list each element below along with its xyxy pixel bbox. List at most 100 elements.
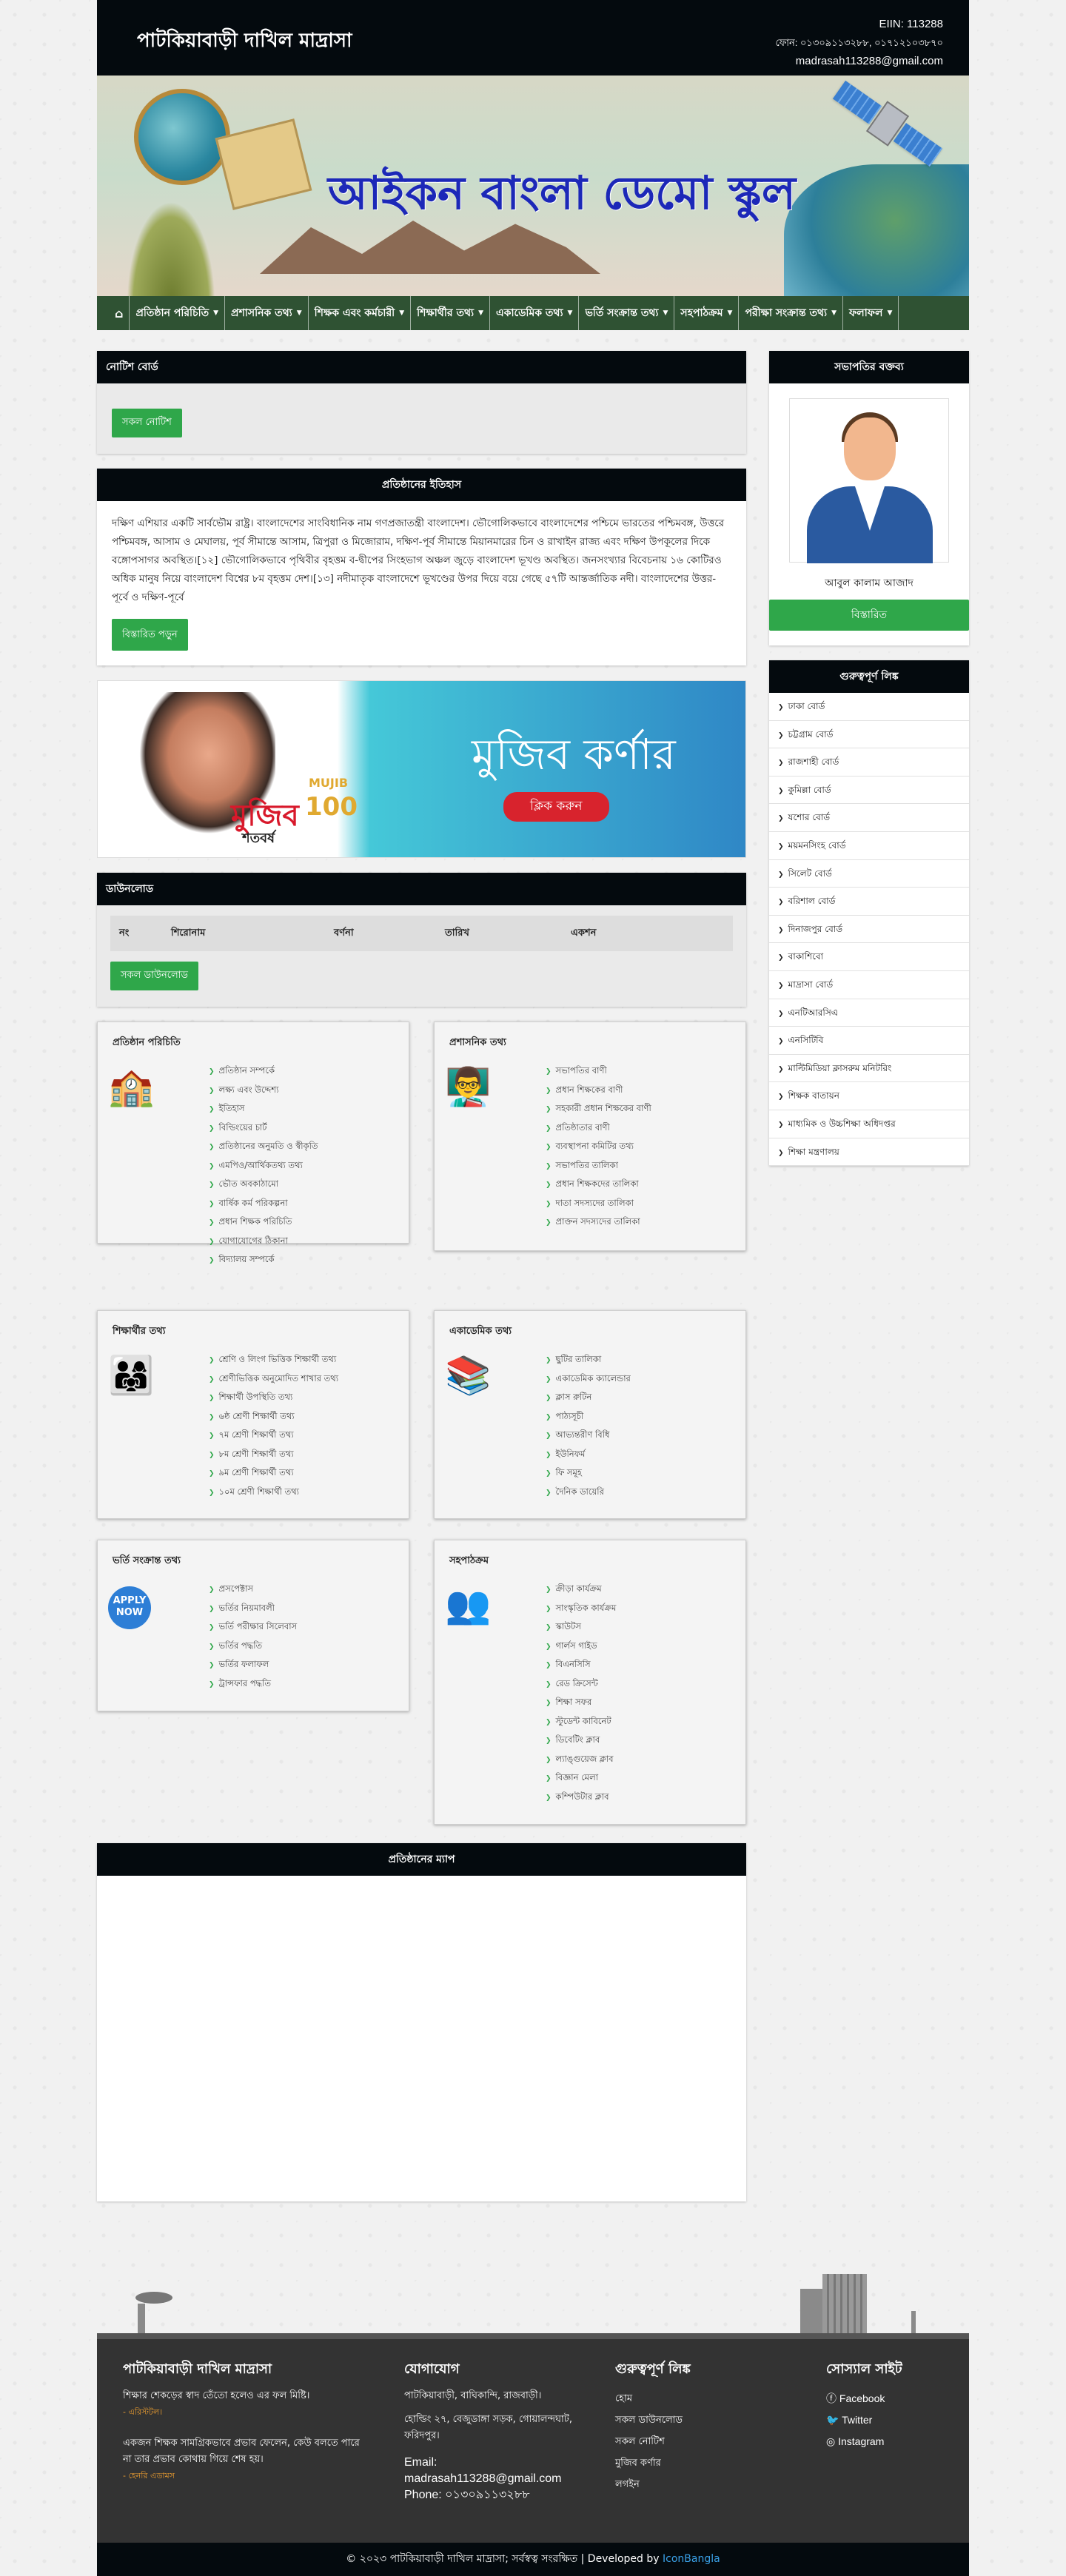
link-item[interactable]: বাকাশিবো [769,943,969,971]
box-link[interactable]: ভর্তির নিয়মাবলী [209,1599,394,1618]
box-link[interactable]: ৬ষ্ঠ শ্রেণী শিক্ষার্থী তথ্য [209,1407,394,1426]
social-twitter[interactable]: 🐦 Twitter [826,2409,959,2431]
box-link[interactable]: দাতা সদস্যদের তালিকা [546,1194,731,1213]
box-link[interactable]: বার্ষিক কর্ম পরিকল্পনা [209,1194,394,1213]
footer-link[interactable]: সকল নোটিশ [615,2431,778,2452]
link-item[interactable]: রাজশাহী বোর্ড [769,748,969,777]
box-link[interactable]: ব্যবস্থাপনা কমিটির তথ্য [546,1137,731,1156]
link-item[interactable]: মাল্টিমিডিয়া ক্লাসরুম মনিটরিং [769,1055,969,1083]
map-embed[interactable] [97,1876,746,2201]
box-link[interactable]: যোগাযোগের ঠিকানা [209,1232,394,1251]
box-link[interactable]: বিজ্ঞান মেলা [546,1768,731,1788]
link-item[interactable]: মাধ্যমিক ও উচ্চশিক্ষা অধিদপ্তর [769,1110,969,1138]
nav-item[interactable]: ফলাফল ▼ [843,296,899,330]
box-link[interactable]: বিদ্যালয় সম্পর্কে [209,1250,394,1269]
nav-item[interactable]: সহপাঠক্রম ▼ [674,296,740,330]
box-link[interactable]: ডিবেটিং ক্লাব [546,1731,731,1750]
box-link[interactable]: সভাপতির তালিকা [546,1156,731,1175]
box-link[interactable]: প্রধান শিক্ষকের বাণী [546,1081,731,1100]
link-item[interactable]: ঢাকা বোর্ড [769,693,969,721]
link-item[interactable]: সিলেট বোর্ড [769,860,969,888]
school-name[interactable]: পাটকিয়াবাড়ী দাখিল মাদ্রাসা [137,25,352,58]
nav-item[interactable]: শিক্ষার্থীর তথ্য ▼ [411,296,490,330]
footer-link[interactable]: হোম [615,2388,778,2409]
box-link[interactable]: ৮ম শ্রেণী শিক্ষার্থী তথ্য [209,1445,394,1464]
footer-link[interactable]: সকল ডাউনলোড [615,2409,778,2431]
box-link[interactable]: শ্রেণীভিত্তিক অনুমোদিত শাখার তথ্য [209,1369,394,1389]
box-link[interactable]: লক্ষ্য এবং উদ্দেশ্য [209,1081,394,1100]
box-link[interactable]: শিক্ষা সফর [546,1693,731,1712]
box-link[interactable]: ৯ম শ্রেণী শিক্ষার্থী তথ্য [209,1463,394,1483]
box-link[interactable]: শিক্ষার্থী উপস্থিতি তথ্য [209,1388,394,1407]
box-link[interactable]: প্রসপেক্টাস [209,1580,394,1599]
box-link[interactable]: দৈনিক ডায়েরি [546,1483,731,1502]
click-button[interactable]: ক্লিক করুন [503,792,609,822]
box-link[interactable]: পাঠ্যসূচী [546,1407,731,1426]
box-link[interactable]: ভর্তির ফলাফল [209,1655,394,1674]
footer-link[interactable]: মুজিব কর্ণার [615,2452,778,2474]
read-more-button[interactable]: বিস্তারিত পড়ুন [112,619,188,651]
box-link[interactable]: প্রধান শিক্ষক পরিচিতি [209,1212,394,1232]
box-link[interactable]: ভৌত অবকাঠামো [209,1175,394,1194]
link-item[interactable]: শিক্ষক বাতায়ন [769,1082,969,1110]
nav-item[interactable]: পরীক্ষা সংক্রান্ত তথ্য ▼ [739,296,844,330]
box-link[interactable]: সভাপতির বাণী [546,1061,731,1081]
col-no: নং [119,927,130,939]
box-link[interactable]: প্রাক্তন সদস্যদের তালিকা [546,1212,731,1232]
all-notice-button[interactable]: সকল নোটিশ [112,409,182,437]
box-link[interactable]: ৭ম শ্রেণী শিক্ষার্থী তথ্য [209,1426,394,1445]
nav-item[interactable]: ভর্তি সংক্রান্ত তথ্য ▼ [579,296,675,330]
link-item[interactable]: যশোর বোর্ড [769,804,969,832]
footer-link[interactable]: লগইন [615,2474,778,2495]
box-link[interactable]: বিএনসিসি [546,1655,731,1674]
box-link[interactable]: স্কাউটস [546,1617,731,1637]
link-item[interactable]: মাদ্রাসা বোর্ড [769,971,969,999]
link-item[interactable]: বরিশাল বোর্ড [769,888,969,916]
nav-item[interactable]: প্রশাসনিক তথ্য ▼ [225,296,309,330]
nav-item[interactable]: একাডেমিক তথ্য ▼ [490,296,580,330]
box-link[interactable]: সহকারী প্রধান শিক্ষকের বাণী [546,1099,731,1118]
box-link[interactable]: একাডেমিক ক্যালেন্ডার [546,1369,731,1389]
box-link[interactable]: প্রতিষ্ঠাতার বাণী [546,1118,731,1138]
box-link[interactable]: শ্রেণি ও লিংগ ভিত্তিক শিক্ষার্থী তথ্য [209,1350,394,1369]
link-item[interactable]: দিনাজপুর বোর্ড [769,916,969,944]
box-link[interactable]: ফি সমূহ [546,1463,731,1483]
box-link[interactable]: ভর্তির পদ্ধতি [209,1637,394,1656]
social-instagram[interactable]: ◎ Instagram [826,2431,959,2452]
link-item[interactable]: চট্টগ্রাম বোর্ড [769,721,969,749]
social-facebook[interactable]: ⓕ Facebook [826,2388,959,2409]
box-link[interactable]: কম্পিউটার ক্লাব [546,1788,731,1807]
box-link[interactable]: ট্রান্সফার পদ্ধতি [209,1674,394,1694]
box-link[interactable]: প্রতিষ্ঠানের অনুমতি ও স্বীকৃতি [209,1137,394,1156]
box-link[interactable]: রেড ক্রিসেন্ট [546,1674,731,1694]
box-link[interactable]: সাংস্কৃতিক কার্যক্রম [546,1599,731,1618]
box-link[interactable]: বিল্ডিংয়ের চার্ট [209,1118,394,1138]
all-download-button[interactable]: সকল ডাউনলোড [110,962,198,990]
mujib-corner-banner[interactable]: মুজিব শতবর্ষ MUJIB 100 মুজিব কর্ণার ক্লি… [97,680,746,858]
box-link[interactable]: স্টুডেন্ট কাবিনেট [546,1712,731,1731]
chairman-details-button[interactable]: বিস্তারিত [769,600,969,631]
box-link[interactable]: ১০ম শ্রেণী শিক্ষার্থী তথ্য [209,1483,394,1502]
link-item[interactable]: এনসিটিবি [769,1027,969,1055]
footer-email[interactable]: madrasah113288@gmail.com [404,2471,582,2487]
home-icon[interactable]: ⌂ [109,296,130,330]
box-link[interactable]: ক্লাস রুটিন [546,1388,731,1407]
box-link[interactable]: ইউনিফর্ম [546,1445,731,1464]
box-link[interactable]: ভর্তি পরীক্ষার সিলেবাস [209,1617,394,1637]
box-link[interactable]: ছুটির তালিকা [546,1350,731,1369]
box-link[interactable]: ল্যাঙ্গুয়েজ ক্লাব [546,1750,731,1769]
developer-link[interactable]: IconBangla [663,2553,720,2565]
nav-item[interactable]: শিক্ষক এবং কর্মচারী ▼ [309,296,412,330]
box-link[interactable]: এমপিও/আর্থিকতথ্য তথ্য [209,1156,394,1175]
link-item[interactable]: কুমিল্লা বোর্ড [769,777,969,805]
box-link[interactable]: গার্লস গাইড [546,1637,731,1656]
box-link[interactable]: প্রতিষ্ঠান সম্পর্কে [209,1061,394,1081]
nav-item[interactable]: প্রতিষ্ঠান পরিচিতি ▼ [130,296,226,330]
link-item[interactable]: এনটিআরসিএ [769,999,969,1027]
link-item[interactable]: ময়মনসিংহ বোর্ড [769,832,969,860]
box-link[interactable]: আভ্যন্তরীণ বিধি [546,1426,731,1445]
link-item[interactable]: শিক্ষা মন্ত্রণালয় [769,1138,969,1167]
box-link[interactable]: ক্রীড়া কার্যক্রম [546,1580,731,1599]
box-link[interactable]: ইতিহাস [209,1099,394,1118]
box-link[interactable]: প্রধান শিক্ষকদের তালিকা [546,1175,731,1194]
